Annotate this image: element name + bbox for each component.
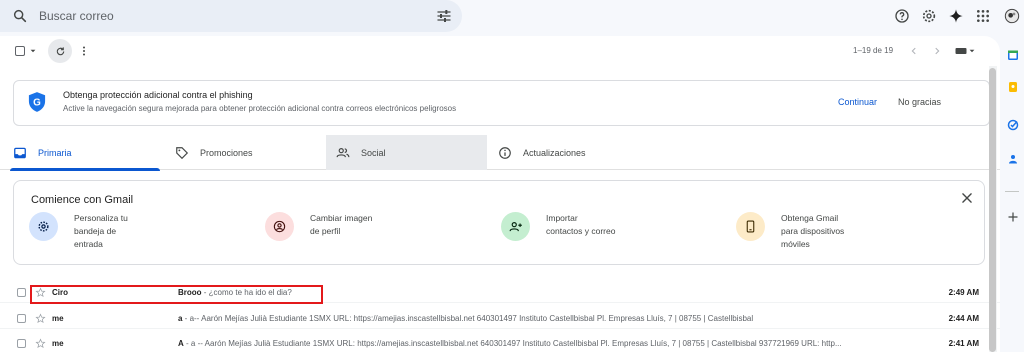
feature-label: Importar contactos y correo xyxy=(546,213,616,236)
tab-label: Primaria xyxy=(38,147,72,158)
feature-label: Cambiar imagen de perfil xyxy=(310,213,373,236)
star-icon[interactable] xyxy=(35,313,46,324)
more-options-icon[interactable] xyxy=(80,45,88,57)
continue-button[interactable]: Continuar xyxy=(838,97,877,107)
refresh-button[interactable] xyxy=(48,39,72,63)
help-icon[interactable] xyxy=(894,8,910,24)
email-snippet: - a-- Aarón Mejías Julià Estudiante 1SMX… xyxy=(182,314,754,323)
gemini-icon[interactable] xyxy=(948,8,964,24)
feature-customize-inbox[interactable]: Personaliza tu bandeja de entrada xyxy=(29,212,128,249)
pagination-count: 1–19 de 19 xyxy=(853,46,894,55)
tab-social[interactable]: Social xyxy=(326,135,487,170)
side-panel-divider xyxy=(1005,191,1019,192)
phishing-protection-banner: G Obtenga protección adicional contra el… xyxy=(13,80,990,126)
people-icon xyxy=(336,147,350,157)
main-panel: 1–19 de 19 G Obtenga protección adiciona… xyxy=(0,36,1000,352)
tab-label: Social xyxy=(361,147,386,158)
phone-icon xyxy=(746,220,755,233)
email-row[interactable]: me a - a-- Aarón Mejías Julià Estudiante… xyxy=(0,309,1000,329)
calendar-icon[interactable] xyxy=(1007,49,1019,61)
add-contact-icon xyxy=(509,221,522,231)
input-tools-dropdown-icon[interactable] xyxy=(969,48,975,54)
contacts-icon[interactable] xyxy=(1007,153,1019,165)
select-all-checkbox[interactable] xyxy=(15,46,25,56)
email-content: A - a -- Aarón Mejías Julià Estudiante 1… xyxy=(178,339,923,348)
search-bar[interactable]: Buscar correo xyxy=(0,0,462,32)
tab-label: Actualizaciones xyxy=(523,147,586,158)
svg-text:G: G xyxy=(33,98,41,109)
email-time: 2:41 AM xyxy=(948,339,979,348)
feature-icon-bg xyxy=(736,212,765,241)
top-bar: Buscar correo xyxy=(0,0,1024,36)
select-dropdown-icon[interactable] xyxy=(30,48,36,54)
email-time: 2:49 AM xyxy=(948,288,979,297)
feature-icon-bg xyxy=(265,212,294,241)
email-checkbox[interactable] xyxy=(17,288,26,297)
email-snippet: - a -- Aarón Mejías Julià Estudiante 1SM… xyxy=(183,339,842,348)
email-sender: me xyxy=(52,339,64,348)
add-icon[interactable] xyxy=(1007,211,1019,223)
feature-icon-bg xyxy=(501,212,530,241)
tag-icon xyxy=(176,146,189,159)
settings-icon[interactable] xyxy=(921,8,937,24)
highlight-box xyxy=(30,285,323,304)
inbox-icon xyxy=(14,147,26,158)
chevron-right-icon[interactable] xyxy=(932,46,942,56)
get-started-card: Comience con Gmail Personaliza tu bandej… xyxy=(13,180,985,265)
keyboard-icon[interactable] xyxy=(955,46,967,56)
google-shield-icon: G xyxy=(28,92,46,112)
email-row[interactable]: me A - a -- Aarón Mejías Julià Estudiant… xyxy=(0,334,1000,352)
category-tabs: Primaria Promociones Social Actualizacio… xyxy=(0,135,1000,171)
gear-icon xyxy=(38,221,49,232)
keep-icon[interactable] xyxy=(1007,81,1019,93)
feature-mobile-gmail[interactable]: Obtenga Gmail para dispositivos móviles xyxy=(736,212,844,249)
search-icon[interactable] xyxy=(12,8,28,24)
search-input[interactable]: Buscar correo xyxy=(39,9,114,23)
chevron-left-icon[interactable] xyxy=(909,46,919,56)
email-checkbox[interactable] xyxy=(17,339,26,348)
email-time: 2:44 AM xyxy=(948,314,979,323)
tab-primaria[interactable]: Primaria xyxy=(0,135,160,171)
avatar[interactable] xyxy=(1004,8,1020,24)
feature-label: Personaliza tu bandeja de entrada xyxy=(74,213,128,249)
scrollbar-thumb[interactable] xyxy=(989,68,996,352)
email-sender: me xyxy=(52,314,64,323)
feature-import-contacts[interactable]: Importar contactos y correo xyxy=(501,212,615,241)
email-checkbox[interactable] xyxy=(17,314,26,323)
apps-grid-icon[interactable] xyxy=(975,8,991,24)
tab-promociones[interactable]: Promociones xyxy=(160,135,326,170)
feature-label: Obtenga Gmail para dispositivos móviles xyxy=(781,213,845,249)
info-icon xyxy=(499,146,511,159)
card-title: Comience con Gmail xyxy=(31,194,134,206)
tasks-icon[interactable] xyxy=(1007,119,1019,131)
search-options-icon[interactable] xyxy=(436,8,452,24)
banner-title: Obtenga protección adicional contra el p… xyxy=(63,90,253,100)
close-icon[interactable] xyxy=(960,191,974,205)
mail-toolbar: 1–19 de 19 xyxy=(0,36,1000,66)
feature-change-profile-image[interactable]: Cambiar imagen de perfil xyxy=(265,212,372,241)
email-content: a - a-- Aarón Mejías Julià Estudiante 1S… xyxy=(178,314,923,323)
tab-label: Promociones xyxy=(200,147,253,158)
banner-subtitle: Active la navegación segura mejorada par… xyxy=(63,104,457,113)
star-icon[interactable] xyxy=(35,338,46,349)
refresh-icon xyxy=(56,46,64,55)
tab-actualizaciones[interactable]: Actualizaciones xyxy=(487,135,667,170)
profile-icon xyxy=(273,220,286,233)
dismiss-button[interactable]: No gracias xyxy=(898,97,941,107)
feature-icon-bg xyxy=(29,212,58,241)
side-panel xyxy=(1000,36,1024,352)
